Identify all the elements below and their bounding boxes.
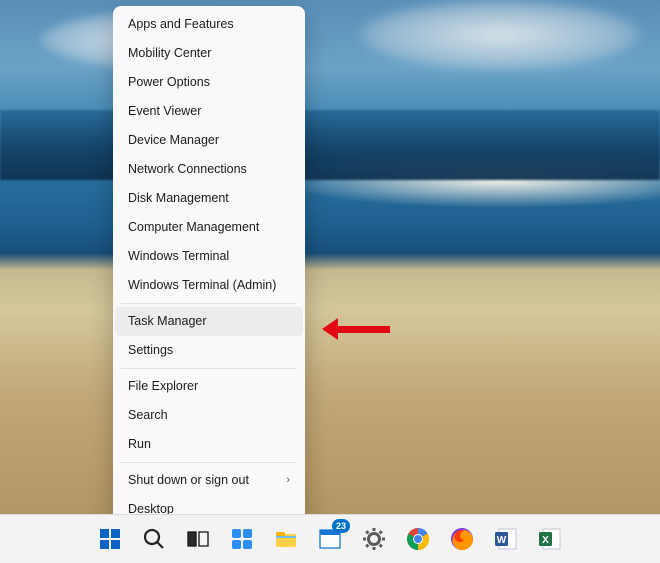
menu-item-shut-down-or-sign-out[interactable]: Shut down or sign out › [115, 466, 303, 495]
widgets-button[interactable] [224, 521, 260, 557]
search-button[interactable] [136, 521, 172, 557]
menu-item-windows-terminal-admin[interactable]: Windows Terminal (Admin) [115, 271, 303, 300]
menu-item-label: Network Connections [128, 162, 247, 177]
menu-item-label: Task Manager [128, 314, 207, 329]
menu-item-apps-and-features[interactable]: Apps and Features [115, 10, 303, 39]
menu-item-label: Run [128, 437, 151, 452]
menu-item-label: Settings [128, 343, 173, 358]
file-explorer-button[interactable] [268, 521, 304, 557]
calendar-button[interactable]: 23 [312, 521, 348, 557]
taskview-icon [185, 526, 211, 552]
badge: 23 [332, 519, 350, 533]
menu-item-device-manager[interactable]: Device Manager [115, 126, 303, 155]
menu-item-label: Apps and Features [128, 17, 234, 32]
excel-button[interactable]: X [532, 521, 568, 557]
excel-icon: X [537, 526, 563, 552]
menu-item-windows-terminal[interactable]: Windows Terminal [115, 242, 303, 271]
settings-button[interactable] [356, 521, 392, 557]
menu-item-label: Power Options [128, 75, 210, 90]
widgets-icon [229, 526, 255, 552]
menu-item-label: Disk Management [128, 191, 229, 206]
menu-item-file-explorer[interactable]: File Explorer [115, 372, 303, 401]
menu-item-event-viewer[interactable]: Event Viewer [115, 97, 303, 126]
windows-icon [97, 526, 123, 552]
menu-item-label: Event Viewer [128, 104, 201, 119]
menu-item-settings[interactable]: Settings [115, 336, 303, 365]
menu-item-mobility-center[interactable]: Mobility Center [115, 39, 303, 68]
firefox-icon [449, 526, 475, 552]
menu-item-label: Computer Management [128, 220, 259, 235]
menu-separator [121, 462, 297, 463]
menu-item-computer-management[interactable]: Computer Management [115, 213, 303, 242]
chevron-right-icon: › [286, 474, 290, 487]
gear-icon [361, 526, 387, 552]
menu-separator [121, 303, 297, 304]
explorer-icon [273, 526, 299, 552]
chrome-icon [405, 526, 431, 552]
menu-item-label: Windows Terminal [128, 249, 229, 264]
menu-item-power-options[interactable]: Power Options [115, 68, 303, 97]
word-button[interactable]: W [488, 521, 524, 557]
chrome-button[interactable] [400, 521, 436, 557]
menu-item-disk-management[interactable]: Disk Management [115, 184, 303, 213]
word-icon: W [493, 526, 519, 552]
menu-item-label: Mobility Center [128, 46, 211, 61]
winx-context-menu: Apps and Features Mobility Center Power Op… [113, 6, 305, 528]
menu-item-label: File Explorer [128, 379, 198, 394]
menu-item-search[interactable]: Search [115, 401, 303, 430]
desktop-wallpaper: Apps and Features Mobility Center Power Op… [0, 0, 660, 563]
menu-separator [121, 368, 297, 369]
taskbar: 23 W X [0, 514, 660, 563]
menu-item-task-manager[interactable]: Task Manager [115, 307, 303, 336]
start-button[interactable] [92, 521, 128, 557]
firefox-button[interactable] [444, 521, 480, 557]
menu-item-label: Windows Terminal (Admin) [128, 278, 276, 293]
menu-item-run[interactable]: Run [115, 430, 303, 459]
svg-text:W: W [497, 535, 507, 546]
annotation-arrow-task-manager [322, 318, 390, 340]
task-view-button[interactable] [180, 521, 216, 557]
svg-text:X: X [542, 535, 549, 546]
menu-item-network-connections[interactable]: Network Connections [115, 155, 303, 184]
search-icon [141, 526, 167, 552]
menu-item-label: Search [128, 408, 168, 423]
menu-item-label: Device Manager [128, 133, 219, 148]
menu-item-label: Shut down or sign out [128, 473, 249, 488]
